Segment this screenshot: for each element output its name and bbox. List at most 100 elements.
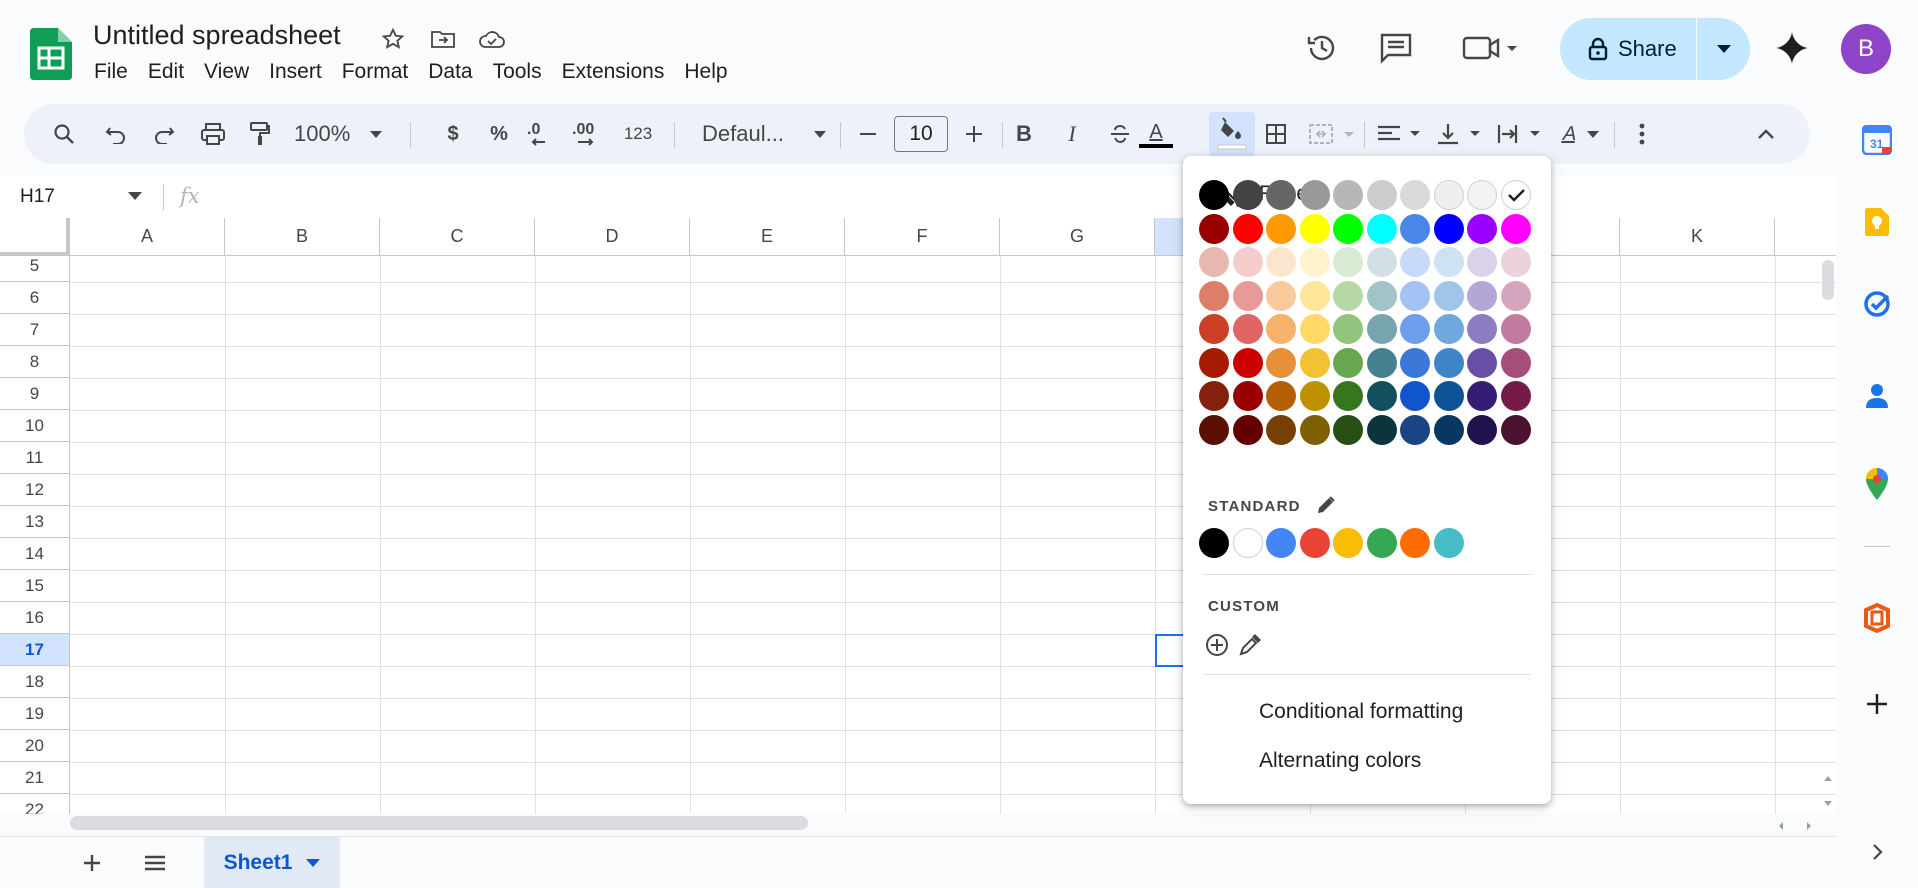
row-header-13[interactable]: 13: [0, 506, 70, 538]
column-header-d[interactable]: D: [535, 218, 690, 256]
standard-color-swatch[interactable]: [1232, 528, 1263, 558]
color-swatch[interactable]: [1299, 180, 1330, 210]
column-header-c[interactable]: C: [380, 218, 535, 256]
color-swatch[interactable]: [1199, 347, 1229, 378]
vertical-align-icon[interactable]: [1434, 114, 1488, 154]
move-folder-icon[interactable]: [428, 24, 458, 54]
edit-standard-colors-icon[interactable]: [1315, 494, 1337, 516]
meet-video-icon[interactable]: [1460, 28, 1520, 68]
color-swatch[interactable]: [1333, 381, 1363, 411]
color-swatch[interactable]: [1333, 213, 1363, 244]
menu-insert[interactable]: Insert: [259, 58, 332, 86]
menu-tools[interactable]: Tools: [483, 58, 552, 86]
menu-format[interactable]: Format: [332, 58, 419, 86]
share-button[interactable]: Share: [1560, 18, 1696, 80]
add-addon-icon[interactable]: [1857, 684, 1897, 724]
color-swatch[interactable]: [1500, 280, 1531, 311]
row-header-11[interactable]: 11: [0, 442, 70, 474]
scroll-down-icon[interactable]: [1822, 796, 1834, 808]
color-swatch[interactable]: [1299, 213, 1330, 244]
name-box-dropdown-icon[interactable]: [128, 192, 142, 200]
text-rotation-button[interactable]: A: [1554, 114, 1608, 154]
row-header-12[interactable]: 12: [0, 474, 70, 506]
standard-color-swatch[interactable]: [1199, 528, 1229, 558]
color-swatch[interactable]: [1467, 381, 1497, 411]
color-swatch[interactable]: [1199, 314, 1229, 344]
gemini-spark-icon[interactable]: [1772, 28, 1812, 68]
color-swatch[interactable]: [1232, 347, 1263, 378]
color-swatch[interactable]: [1333, 280, 1363, 311]
caret-down-icon[interactable]: [306, 859, 321, 867]
row-header-5[interactable]: 5: [0, 256, 70, 282]
spreadsheet-grid[interactable]: ABCDEFGHIJK56789101112131415161718192021…: [0, 218, 1836, 814]
color-swatch[interactable]: [1400, 314, 1430, 344]
decrease-font-size-icon[interactable]: [848, 114, 888, 154]
color-swatch[interactable]: [1333, 247, 1363, 277]
keep-icon[interactable]: [1857, 202, 1897, 242]
color-swatch[interactable]: [1266, 180, 1296, 210]
color-swatch[interactable]: [1500, 414, 1531, 445]
row-header-9[interactable]: 9: [0, 378, 70, 410]
color-swatch[interactable]: [1500, 213, 1531, 244]
color-swatch[interactable]: [1232, 247, 1263, 277]
standard-color-swatch[interactable]: [1333, 528, 1363, 558]
standard-color-swatch[interactable]: [1400, 528, 1430, 558]
color-swatch[interactable]: [1199, 381, 1229, 411]
color-swatch[interactable]: [1433, 347, 1464, 378]
contacts-icon[interactable]: [1857, 376, 1897, 416]
color-swatch[interactable]: [1400, 347, 1430, 378]
print-icon[interactable]: [193, 114, 233, 154]
row-header-22[interactable]: 22: [0, 794, 70, 814]
row-header-15[interactable]: 15: [0, 570, 70, 602]
color-swatch[interactable]: [1366, 347, 1397, 378]
column-header-k[interactable]: K: [1620, 218, 1775, 256]
maps-icon[interactable]: [1857, 464, 1897, 504]
color-swatch[interactable]: [1366, 247, 1397, 277]
color-swatch[interactable]: [1500, 314, 1531, 344]
horizontal-align-icon[interactable]: [1374, 114, 1428, 154]
menu-file[interactable]: File: [84, 58, 138, 86]
star-icon[interactable]: [378, 24, 408, 54]
color-swatch[interactable]: [1366, 381, 1397, 411]
row-header-20[interactable]: 20: [0, 730, 70, 762]
row-header-19[interactable]: 19: [0, 698, 70, 730]
column-header-f[interactable]: F: [845, 218, 1000, 256]
color-swatch[interactable]: [1333, 414, 1363, 445]
color-swatch[interactable]: [1500, 347, 1531, 378]
font-family-select[interactable]: Defaul...: [684, 114, 834, 154]
color-swatch[interactable]: [1467, 414, 1497, 445]
format-percent-button[interactable]: %: [484, 114, 514, 154]
italic-button[interactable]: I: [1052, 114, 1092, 154]
row-header-21[interactable]: 21: [0, 762, 70, 794]
color-swatch[interactable]: [1199, 213, 1229, 244]
color-swatch[interactable]: [1333, 180, 1363, 210]
add-custom-color-icon[interactable]: [1204, 632, 1230, 658]
color-swatch[interactable]: [1199, 247, 1229, 277]
color-swatch[interactable]: [1433, 280, 1464, 311]
standard-color-swatch[interactable]: [1299, 528, 1330, 558]
menu-data[interactable]: Data: [418, 58, 482, 86]
row-header-18[interactable]: 18: [0, 666, 70, 698]
menu-extensions[interactable]: Extensions: [552, 58, 675, 86]
color-swatch[interactable]: [1199, 280, 1229, 311]
color-swatch[interactable]: [1299, 381, 1330, 411]
zoom-select[interactable]: 100%: [294, 114, 394, 154]
column-header-b[interactable]: B: [225, 218, 380, 256]
color-swatch[interactable]: [1500, 381, 1531, 411]
color-swatch[interactable]: [1467, 180, 1497, 210]
color-swatch[interactable]: [1266, 213, 1296, 244]
tasks-icon[interactable]: [1857, 284, 1897, 324]
color-swatch[interactable]: [1400, 213, 1430, 244]
color-swatch[interactable]: [1232, 381, 1263, 411]
color-swatch[interactable]: [1366, 180, 1397, 210]
color-swatch[interactable]: [1266, 347, 1296, 378]
color-swatch[interactable]: [1199, 414, 1229, 445]
standard-color-swatch[interactable]: [1266, 528, 1296, 558]
column-header-a[interactable]: A: [70, 218, 225, 256]
version-history-icon[interactable]: [1302, 28, 1342, 68]
scroll-left-icon[interactable]: [1776, 818, 1786, 830]
color-swatch[interactable]: [1266, 247, 1296, 277]
account-avatar[interactable]: B: [1841, 24, 1891, 74]
cloud-saved-icon[interactable]: [477, 24, 507, 54]
color-swatch[interactable]: [1232, 414, 1263, 445]
